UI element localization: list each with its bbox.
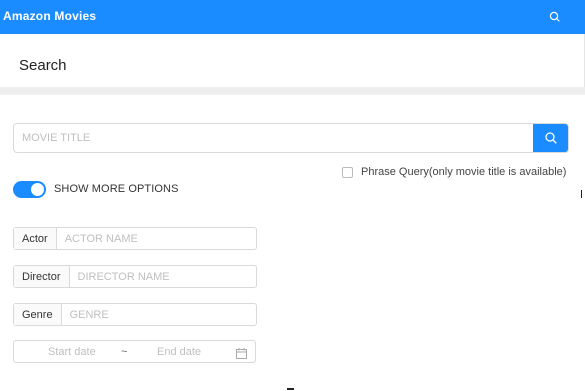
end-date-input[interactable]: End date bbox=[157, 346, 201, 358]
director-input[interactable] bbox=[69, 266, 256, 287]
phrase-query-checkbox[interactable] bbox=[342, 166, 353, 178]
search-submit-button[interactable] bbox=[533, 124, 568, 152]
movie-title-input[interactable] bbox=[14, 124, 534, 152]
search-icon bbox=[545, 132, 557, 144]
genre-label: Genre bbox=[14, 304, 62, 325]
actor-label: Actor bbox=[14, 228, 57, 249]
date-range-picker[interactable]: Start date ~ End date bbox=[13, 340, 256, 363]
director-label: Director bbox=[14, 266, 70, 287]
date-separator: ~ bbox=[121, 346, 128, 358]
genre-input[interactable] bbox=[61, 304, 256, 325]
page-header: Search bbox=[0, 34, 585, 88]
calendar-icon[interactable] bbox=[236, 346, 247, 359]
search-form: Phrase Query(only movie title is availab… bbox=[0, 95, 585, 391]
search-icon[interactable] bbox=[546, 8, 564, 26]
more-options-label: SHOW MORE OPTIONS bbox=[54, 183, 179, 195]
phrase-query-label: Phrase Query(only movie title is availab… bbox=[361, 166, 567, 178]
top-app-bar: Amazon Movies bbox=[0, 0, 585, 34]
phrase-query-option[interactable]: Phrase Query(only movie title is availab… bbox=[342, 165, 566, 179]
genre-field-group: Genre bbox=[13, 303, 257, 326]
page-title: Search bbox=[19, 57, 67, 74]
resize-handle bbox=[581, 190, 585, 198]
actor-input[interactable] bbox=[56, 228, 256, 249]
director-field-group: Director bbox=[13, 265, 257, 288]
app-title: Amazon Movies bbox=[3, 9, 97, 23]
actor-field-group: Actor bbox=[13, 227, 257, 250]
toggle-knob bbox=[31, 182, 44, 196]
show-more-options: SHOW MORE OPTIONS bbox=[13, 180, 179, 198]
scroll-indicator bbox=[287, 388, 294, 390]
divider bbox=[0, 87, 585, 95]
more-options-toggle[interactable] bbox=[13, 180, 46, 198]
movie-title-search bbox=[13, 123, 569, 153]
start-date-input[interactable]: Start date bbox=[48, 346, 96, 358]
